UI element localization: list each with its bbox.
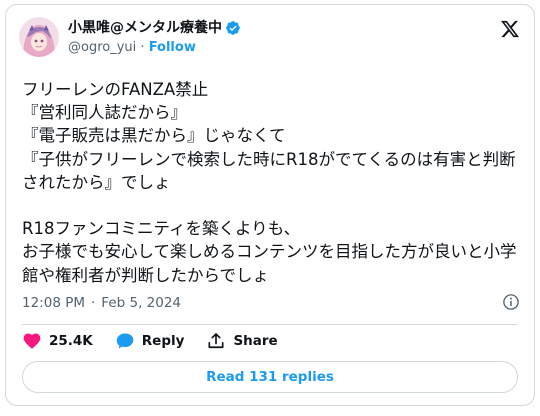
reply-button[interactable]: Reply bbox=[115, 331, 185, 351]
like-count: 25.4K bbox=[49, 333, 93, 349]
read-replies-button[interactable]: Read 131 replies bbox=[22, 361, 518, 393]
timestamp-separator: · bbox=[91, 295, 96, 311]
reply-label: Reply bbox=[141, 333, 185, 349]
tweet-date: Feb 5, 2024 bbox=[101, 295, 182, 311]
verified-badge-icon bbox=[225, 20, 241, 36]
author-handle-row: @ogro_yui · Follow bbox=[68, 39, 196, 56]
reply-bubble-icon bbox=[116, 333, 134, 349]
follow-button[interactable]: Follow bbox=[149, 40, 196, 55]
action-bar: 25.4K Reply Share bbox=[22, 331, 278, 351]
info-icon[interactable] bbox=[502, 293, 520, 311]
share-icon bbox=[208, 333, 224, 349]
author-handle[interactable]: @ogro_yui bbox=[68, 40, 136, 55]
tweet-timestamp[interactable]: 12:08 PM · Feb 5, 2024 bbox=[22, 295, 181, 311]
avatar[interactable] bbox=[19, 17, 59, 57]
heart-icon bbox=[23, 333, 41, 349]
divider bbox=[22, 324, 518, 325]
tweet-text: フリーレンのFANZA禁止 『営利同人誌だから』 『電子販売は黒だから』じゃなく… bbox=[22, 80, 517, 285]
author-name-row: 小黒唯@メンタル療養中 bbox=[68, 19, 241, 37]
share-label: Share bbox=[233, 333, 278, 349]
author-display-name[interactable]: 小黒唯@メンタル療養中 bbox=[68, 19, 222, 37]
x-logo-icon[interactable] bbox=[500, 19, 520, 39]
like-button[interactable]: 25.4K bbox=[22, 331, 93, 351]
handle-separator: · bbox=[140, 40, 145, 55]
tweet-time: 12:08 PM bbox=[22, 295, 85, 311]
share-button[interactable]: Share bbox=[206, 331, 278, 351]
tweet-card: 小黒唯@メンタル療養中 @ogro_yui · Follow フリーレンのFAN… bbox=[5, 4, 535, 406]
